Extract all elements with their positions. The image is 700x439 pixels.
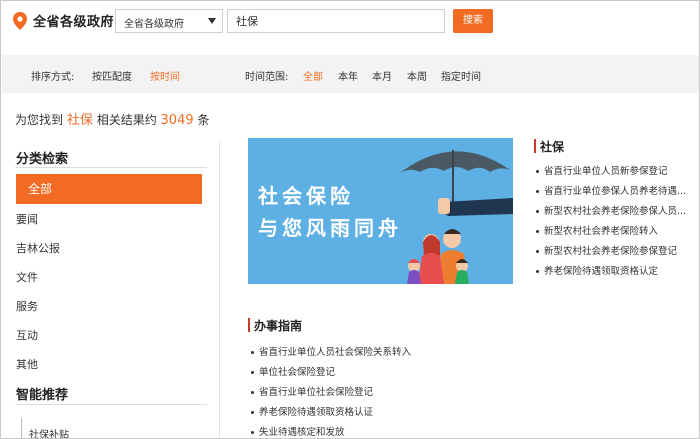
guide-link[interactable]: 单位社会保险登记 <box>251 364 511 378</box>
promo-banner[interactable]: 社会保险 与您风雨同舟 <box>248 138 513 284</box>
location-pin-icon <box>13 12 27 30</box>
sidebar-item-other[interactable]: 其他 <box>16 356 38 372</box>
result-summary: 为您找到 社保 相关结果约 3049 条 <box>15 109 209 128</box>
time-option-year[interactable]: 本年 <box>338 68 358 83</box>
header: 全省各级政府 全省各级政府 搜索 <box>1 1 699 45</box>
sidebar-item-all[interactable]: 全部 <box>16 174 202 204</box>
shebao-link[interactable]: 省直行业单位人员新参保登记 <box>536 163 696 177</box>
guide-link[interactable]: 省直行业单位人员社会保险关系转入 <box>251 344 511 358</box>
guide-link[interactable]: 养老保险待遇领取资格认证 <box>251 404 511 418</box>
time-option-month[interactable]: 本月 <box>372 68 392 83</box>
sidebar-item-gazette[interactable]: 吉林公报 <box>16 240 60 256</box>
search-input[interactable] <box>227 9 445 33</box>
result-keyword: 社保 <box>66 113 93 128</box>
page-frame: 全省各级政府 全省各级政府 搜索 排序方式: 按匹配度 按时间 时间范围: 全部… <box>0 0 700 439</box>
sidebar-item-documents[interactable]: 文件 <box>16 269 38 285</box>
result-middle: 相关结果约 <box>96 113 157 127</box>
scope-select[interactable]: 全省各级政府 <box>115 9 223 33</box>
sort-option-match[interactable]: 按匹配度 <box>92 68 132 83</box>
shebao-link[interactable]: 养老保险待遇领取资格认定 <box>536 263 696 277</box>
result-count: 3049 <box>160 113 194 128</box>
category-divider <box>15 167 207 168</box>
shebao-link[interactable]: 新型农村社会养老保险参保登记 <box>536 243 696 257</box>
time-option-custom[interactable]: 指定时间 <box>441 68 481 83</box>
family-umbrella-illustration <box>396 150 513 284</box>
time-option-week[interactable]: 本周 <box>407 68 427 83</box>
shebao-link[interactable]: 新型农村社会养老保险参保人员... <box>536 203 696 217</box>
site-title[interactable]: 全省各级政府 <box>33 11 114 30</box>
guide-title: 办事指南 <box>254 319 303 333</box>
result-prefix: 为您找到 <box>15 113 64 127</box>
search-button[interactable]: 搜索 <box>453 9 493 33</box>
result-suffix: 条 <box>197 113 210 127</box>
shebao-link[interactable]: 省直行业单位参保人员养老待遇... <box>536 183 696 197</box>
shebao-title-bar <box>534 139 536 153</box>
guide-title-bar <box>248 318 250 332</box>
sidebar-item-interaction[interactable]: 互动 <box>16 327 38 343</box>
chevron-down-icon <box>208 18 216 24</box>
recommend-title: 智能推荐 <box>16 388 69 403</box>
guide-link[interactable]: 省直行业单位社会保险登记 <box>251 384 511 398</box>
shebao-title: 社保 <box>540 140 565 154</box>
recommend-divider <box>15 404 207 405</box>
filter-bar: 排序方式: 按匹配度 按时间 时间范围: 全部 本年 本月 本周 指定时间 <box>2 55 699 93</box>
time-option-all[interactable]: 全部 <box>303 68 323 83</box>
sidebar-divider <box>219 141 220 438</box>
sidebar-item-services[interactable]: 服务 <box>16 298 38 314</box>
sidebar-item-news[interactable]: 要闻 <box>16 211 38 227</box>
recommend-item[interactable]: 社保补贴 <box>29 426 69 438</box>
time-range-label: 时间范围: <box>245 72 289 83</box>
category-title: 分类检索 <box>16 152 69 167</box>
guide-link[interactable]: 失业待遇核定和发放 <box>251 424 511 438</box>
recommend-tick <box>21 418 22 438</box>
shebao-link[interactable]: 新型农村社会养老保险转入 <box>536 223 696 237</box>
scope-select-value: 全省各级政府 <box>124 19 184 30</box>
sort-option-time[interactable]: 按时间 <box>150 68 180 83</box>
sort-label: 排序方式: <box>31 72 75 83</box>
